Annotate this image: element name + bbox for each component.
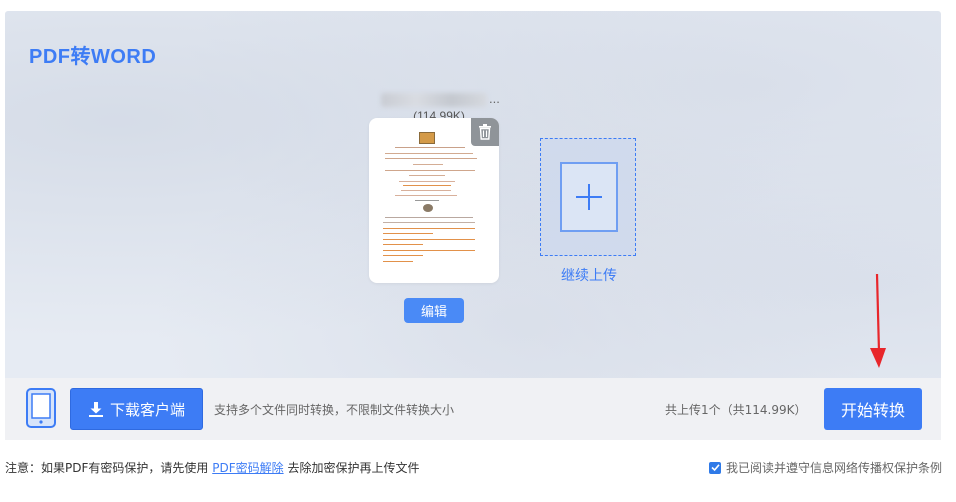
file-preview-card[interactable] bbox=[369, 118, 499, 283]
download-client-button[interactable]: 下载客户端 bbox=[70, 388, 203, 430]
agreement-label: 我已阅读并遵守信息网络传播权保护条例 bbox=[726, 461, 943, 475]
start-convert-button[interactable]: 开始转换 bbox=[824, 388, 922, 430]
agreement[interactable]: 我已阅读并遵守信息网络传播权保护条例 bbox=[709, 459, 942, 476]
agreement-checkbox[interactable] bbox=[709, 461, 721, 474]
edit-button[interactable]: 编辑 bbox=[404, 298, 464, 323]
support-info-text: 支持多个文件同时转换，不限制文件转换大小 bbox=[214, 403, 455, 417]
password-notice: 注意：如果PDF有密码保护，请先使用 PDF密码解除 去除加密保护再上传文件 bbox=[5, 459, 419, 476]
file-name-redacted bbox=[381, 93, 487, 107]
checkmark-icon bbox=[710, 464, 720, 472]
tablet-icon bbox=[26, 388, 56, 428]
plus-icon bbox=[576, 184, 602, 210]
delete-button[interactable] bbox=[471, 118, 499, 146]
trash-icon bbox=[479, 124, 491, 140]
red-arrow-annotation bbox=[870, 273, 886, 368]
continue-upload-label[interactable]: 继续上传 bbox=[540, 265, 638, 285]
download-client-label: 下载客户端 bbox=[109, 400, 185, 419]
upload-plus-box[interactable] bbox=[560, 162, 618, 232]
pdf-password-remove-link[interactable]: PDF密码解除 bbox=[212, 461, 283, 475]
page-title: PDF转WORD bbox=[29, 46, 157, 68]
upload-total-text: 共上传1个（共114.99K） bbox=[665, 403, 807, 417]
bottom-toolbar: 下载客户端 支持多个文件同时转换，不限制文件转换大小 共上传1个（共114.99… bbox=[5, 378, 941, 440]
file-name-ellipsis: ... bbox=[489, 91, 500, 106]
notice-suffix: 去除加密保护再上传文件 bbox=[287, 461, 420, 475]
continue-upload-dropzone[interactable] bbox=[540, 138, 636, 256]
notice-prefix: 注意：如果PDF有密码保护，请先使用 bbox=[5, 461, 209, 475]
download-icon bbox=[88, 402, 103, 417]
